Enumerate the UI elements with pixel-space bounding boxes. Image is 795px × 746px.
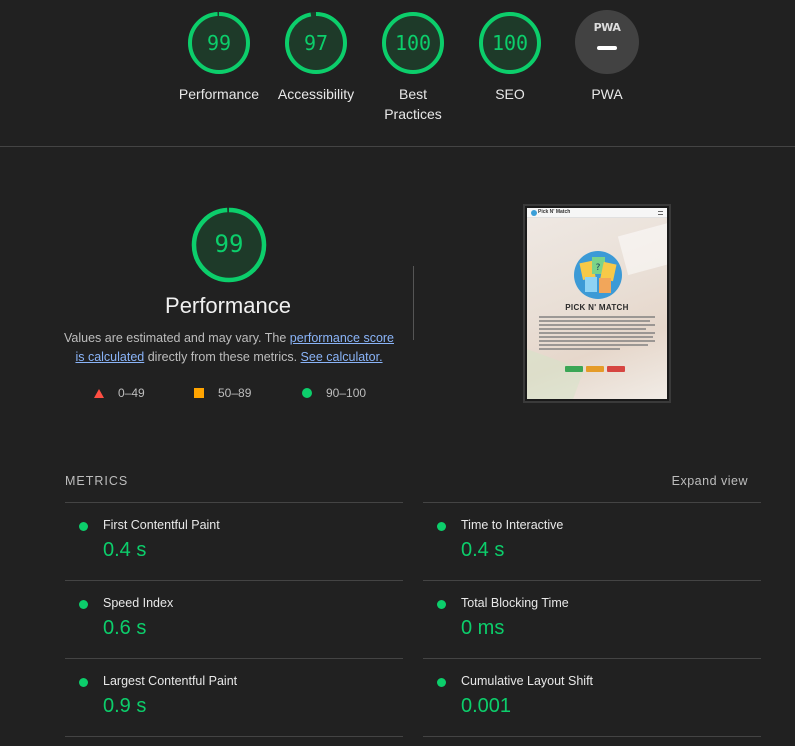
thumb-title: PICK N' MATCH bbox=[565, 303, 629, 312]
pwa-dash-icon bbox=[597, 46, 617, 50]
menu-icon bbox=[658, 211, 663, 215]
gauge-label: Performance bbox=[178, 86, 260, 102]
legend-range: 50–89 bbox=[218, 386, 252, 400]
desc-text: Values are estimated and may vary. The bbox=[63, 331, 290, 345]
gauge-label: SEO bbox=[495, 86, 525, 102]
metric-label: Speed Index bbox=[103, 596, 174, 610]
legend-fail: 0–49 bbox=[94, 386, 145, 400]
gauge-pwa[interactable]: PWA PWA bbox=[557, 10, 657, 104]
metrics-header: METRICS bbox=[65, 474, 129, 488]
metric-divider bbox=[423, 658, 761, 659]
final-screenshot[interactable]: Pick N' Match ? PICK N' MATCH bbox=[523, 204, 671, 403]
see-calculator-link[interactable]: See calculator. bbox=[301, 350, 383, 364]
metric-divider bbox=[65, 502, 403, 503]
metric-divider bbox=[65, 658, 403, 659]
legend-pass: 90–100 bbox=[302, 386, 366, 400]
gauge-seo[interactable]: 100 SEO bbox=[460, 10, 560, 104]
gauge-score: 97 bbox=[303, 31, 329, 55]
pwa-badge-text: PWA bbox=[593, 21, 621, 34]
gauge-accessibility[interactable]: 97 Accessibility bbox=[266, 10, 366, 104]
decor-shape bbox=[527, 349, 584, 399]
pass-circle-icon bbox=[437, 600, 446, 609]
performance-gauge: 99 bbox=[190, 206, 268, 284]
pass-circle-icon bbox=[79, 600, 88, 609]
logo-icon bbox=[531, 210, 537, 216]
section-divider bbox=[0, 146, 795, 147]
gauge-score: 100 bbox=[394, 31, 432, 55]
metric-value: 0.9 s bbox=[103, 695, 147, 717]
metric-value: 0 ms bbox=[461, 617, 505, 639]
circle-icon bbox=[302, 388, 312, 398]
metric-label: Time to Interactive bbox=[461, 518, 564, 532]
cards-logo-icon: ? bbox=[574, 251, 622, 299]
pass-circle-icon bbox=[79, 678, 88, 687]
thumb-button bbox=[565, 366, 583, 372]
metric-value: 0.4 s bbox=[103, 539, 147, 561]
performance-description: Values are estimated and may vary. The p… bbox=[60, 329, 398, 367]
triangle-icon bbox=[94, 388, 104, 398]
gauge-best-practices[interactable]: 100 Best Practices bbox=[363, 10, 463, 124]
thumb-navbar: Pick N' Match bbox=[527, 208, 667, 218]
desc-text: directly from these metrics. bbox=[144, 350, 301, 364]
metric-value: 0.001 bbox=[461, 695, 512, 717]
performance-title: Performance bbox=[165, 293, 291, 318]
pass-circle-icon bbox=[437, 678, 446, 687]
legend-range: 0–49 bbox=[118, 386, 145, 400]
metric-value: 0.4 s bbox=[461, 539, 505, 561]
legend-average: 50–89 bbox=[194, 386, 251, 400]
gauge-score: 99 bbox=[206, 31, 232, 55]
screenshot-image: Pick N' Match ? PICK N' MATCH bbox=[527, 208, 667, 399]
metric-label: Total Blocking Time bbox=[461, 596, 569, 610]
performance-score: 99 bbox=[214, 230, 244, 258]
gauge-score: 100 bbox=[491, 31, 529, 55]
metric-divider bbox=[423, 736, 761, 737]
thumb-brand: Pick N' Match bbox=[538, 209, 571, 215]
svg-text:?: ? bbox=[596, 263, 601, 273]
metric-divider bbox=[423, 502, 761, 503]
pass-circle-icon bbox=[437, 522, 446, 531]
metric-divider bbox=[65, 736, 403, 737]
gauge-label: Best Practices bbox=[384, 86, 442, 122]
metric-divider bbox=[65, 580, 403, 581]
legend-range: 90–100 bbox=[326, 386, 367, 400]
thumb-button bbox=[607, 366, 625, 372]
metric-label: First Contentful Paint bbox=[103, 518, 220, 532]
expand-view-toggle[interactable]: Expand view bbox=[672, 474, 748, 488]
gauge-label: PWA bbox=[591, 86, 623, 102]
thumb-button bbox=[586, 366, 604, 372]
category-gauges: 99 Performance 97 Accessibility 100 Best… bbox=[0, 0, 795, 146]
metric-divider bbox=[423, 580, 761, 581]
vertical-divider bbox=[413, 266, 414, 340]
decor-shape bbox=[617, 220, 667, 276]
metric-label: Largest Contentful Paint bbox=[103, 674, 238, 688]
gauge-label: Accessibility bbox=[277, 86, 355, 102]
thumb-paragraph bbox=[539, 316, 655, 352]
metric-value: 0.6 s bbox=[103, 617, 147, 639]
square-icon bbox=[194, 388, 204, 398]
gauge-performance[interactable]: 99 Performance bbox=[169, 10, 269, 104]
pass-circle-icon bbox=[79, 522, 88, 531]
pwa-badge-icon: PWA bbox=[575, 10, 639, 74]
thumb-buttons bbox=[565, 366, 625, 372]
metric-label: Cumulative Layout Shift bbox=[461, 674, 594, 688]
